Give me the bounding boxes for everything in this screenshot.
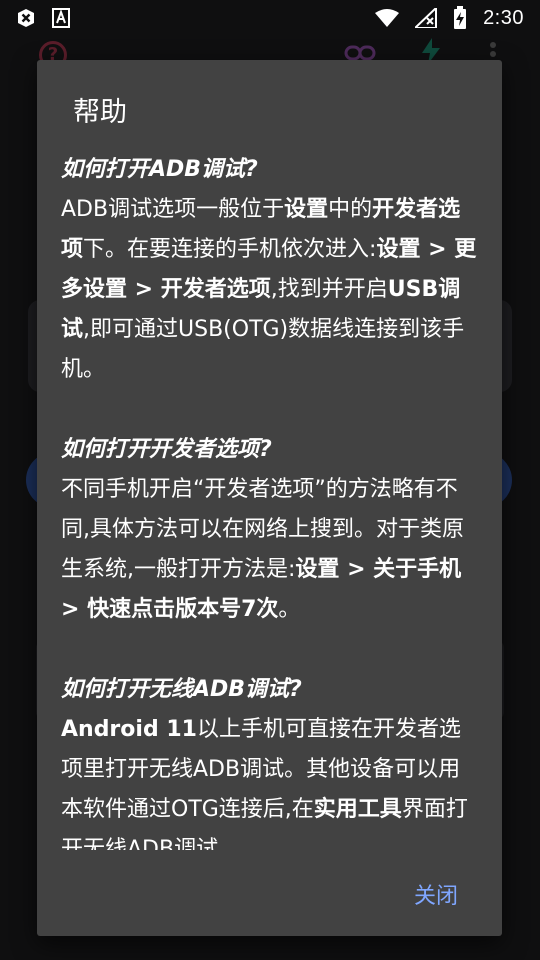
text-segment-bold: 实用工具: [313, 797, 402, 822]
status-bar: 2:30: [0, 0, 540, 36]
text-segment-bold: Android 11: [61, 717, 197, 742]
section-title-wireless: 如何打开无线ADB调试?: [61, 677, 302, 702]
text-segment: ADB调试选项一般位于: [61, 197, 285, 222]
section-body-adb: ADB调试选项一般位于设置中的开发者选项下。在要连接的手机依次进入:设置 > 更…: [61, 190, 481, 390]
text-segment: 下。在要连接的手机依次进入:: [83, 237, 377, 262]
wifi-icon: [375, 9, 400, 27]
font-a-icon: [52, 8, 70, 28]
text-segment: ,找到并开启: [270, 277, 388, 302]
close-box-icon: [18, 9, 34, 27]
section-body-wireless: Android 11以上手机可直接在开发者选项里打开无线ADB调试。其他设备可以…: [61, 710, 481, 850]
no-signal-icon: [415, 8, 438, 28]
section-title-developer: 如何打开开发者选项?: [61, 437, 272, 462]
dialog-scroll-content[interactable]: 如何打开ADB调试? ADB调试选项一般位于设置中的开发者选项下。在要连接的手机…: [61, 150, 481, 850]
text-segment: 中的: [328, 197, 373, 222]
text-segment: 。: [278, 597, 301, 622]
status-time: 2:30: [483, 6, 524, 29]
section-body-developer: 不同手机开启“开发者选项”的方法略有不同,具体方法可以在网络上搜到。对于类原生系…: [61, 470, 481, 630]
dialog-title: 帮助: [73, 97, 127, 128]
text-segment: ,即可通过USB(OTG)数据线连接到该手机。: [61, 317, 465, 382]
close-button[interactable]: 关闭: [414, 878, 458, 910]
battery-charging-icon: [454, 6, 467, 29]
text-segment-bold: 设置: [284, 197, 329, 222]
help-dialog: 帮助 如何打开ADB调试? ADB调试选项一般位于设置中的开发者选项下。在要连接…: [37, 60, 502, 936]
section-title-adb: 如何打开ADB调试?: [61, 157, 258, 182]
